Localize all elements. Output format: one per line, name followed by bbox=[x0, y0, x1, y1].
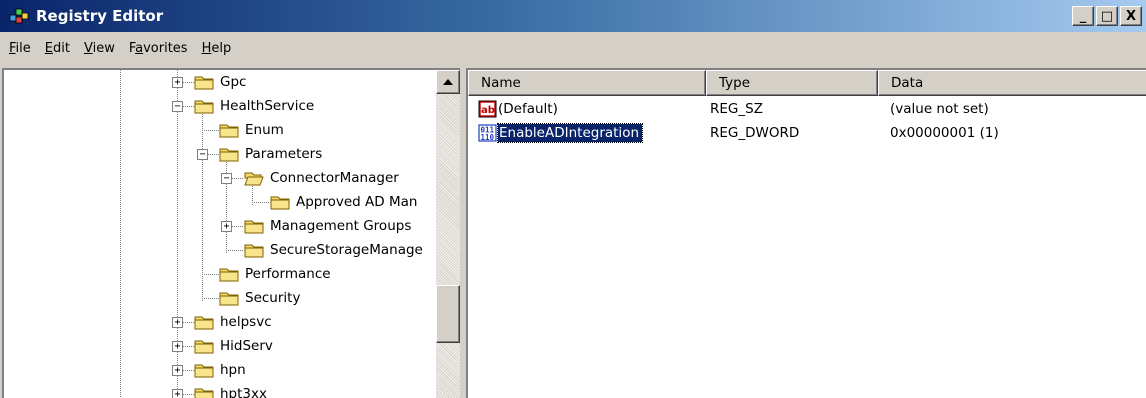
value-name: (Default) bbox=[498, 101, 558, 117]
expand-toggle-gpc[interactable]: + bbox=[172, 77, 183, 88]
tree-item-securestoragemanage[interactable]: SecureStorageManage bbox=[270, 242, 423, 258]
arrow-up-icon bbox=[443, 79, 453, 85]
collapse-toggle-healthservice[interactable]: − bbox=[172, 101, 183, 112]
tree-item-hidserv[interactable]: HidServ bbox=[220, 338, 273, 354]
expand-toggle-hidserv[interactable]: + bbox=[172, 341, 183, 352]
column-header-type[interactable]: Type bbox=[706, 70, 878, 96]
menu-help[interactable]: Help bbox=[197, 39, 241, 58]
close-button[interactable]: X bbox=[1120, 6, 1142, 26]
value-type: REG_SZ bbox=[710, 101, 763, 117]
value-list[interactable]: Name Type Data ab (Default) REG_SZ (valu… bbox=[466, 68, 1146, 398]
tree-item-connectormanager[interactable]: ConnectorManager bbox=[270, 170, 399, 186]
folder-icon bbox=[194, 340, 214, 354]
tree-item-healthservice[interactable]: HealthService bbox=[220, 98, 314, 114]
value-type: REG_DWORD bbox=[710, 125, 800, 141]
tree-vertical-scrollbar[interactable] bbox=[436, 70, 460, 398]
close-icon: X bbox=[1125, 8, 1137, 24]
folder-icon bbox=[194, 388, 214, 398]
tree-item-parameters[interactable]: Parameters bbox=[245, 146, 322, 162]
menu-edit[interactable]: Edit bbox=[40, 39, 79, 58]
value-row-selected[interactable]: 011 110 EnableADIntegration REG_DWORD 0x… bbox=[468, 122, 1146, 146]
folder-icon bbox=[270, 196, 290, 210]
folder-icon bbox=[219, 268, 239, 282]
binary-value-icon: 011 110 bbox=[478, 124, 497, 142]
svg-text:ab: ab bbox=[481, 105, 495, 116]
menu-bar: File Edit View Favorites Help bbox=[0, 34, 1146, 62]
menu-view[interactable]: View bbox=[79, 39, 124, 58]
tree-item-hpn[interactable]: hpn bbox=[220, 362, 246, 378]
tree-item-security[interactable]: Security bbox=[245, 290, 300, 306]
maximize-button[interactable]: □ bbox=[1096, 6, 1118, 26]
value-data: (value not set) bbox=[890, 101, 989, 117]
folder-icon bbox=[244, 220, 264, 234]
minimize-icon: _ bbox=[1079, 8, 1087, 24]
tree-item-performance[interactable]: Performance bbox=[245, 266, 331, 282]
key-tree[interactable]: + Gpc − HealthService Enum − Parameters … bbox=[2, 68, 460, 398]
open-folder-icon bbox=[244, 172, 264, 186]
string-value-icon: ab bbox=[478, 100, 497, 118]
tree-item-enum[interactable]: Enum bbox=[245, 122, 284, 138]
expand-toggle-management-groups[interactable]: + bbox=[221, 221, 232, 232]
folder-icon bbox=[194, 100, 214, 114]
folder-icon bbox=[244, 244, 264, 258]
column-header-data[interactable]: Data bbox=[878, 70, 1146, 96]
tree-item-helpsvc[interactable]: helpsvc bbox=[220, 314, 272, 330]
tree-item-approved-ad-man[interactable]: Approved AD Man bbox=[296, 194, 417, 210]
title-bar[interactable]: Registry Editor _ □ X bbox=[0, 0, 1146, 32]
column-header-name[interactable]: Name bbox=[468, 70, 706, 96]
expand-toggle-helpsvc[interactable]: + bbox=[172, 317, 183, 328]
tree-item-management-groups[interactable]: Management Groups bbox=[270, 218, 411, 234]
minimize-button[interactable]: _ bbox=[1072, 6, 1094, 26]
folder-icon bbox=[194, 364, 214, 378]
tree-connector-lines bbox=[120, 70, 270, 398]
maximize-icon: □ bbox=[1100, 8, 1114, 24]
menu-file[interactable]: File bbox=[4, 39, 40, 58]
window-title: Registry Editor bbox=[36, 7, 164, 25]
folder-icon bbox=[219, 148, 239, 162]
svg-text:110: 110 bbox=[481, 133, 495, 142]
collapse-toggle-connectormanager[interactable]: − bbox=[221, 173, 232, 184]
value-row[interactable]: ab (Default) REG_SZ (value not set) bbox=[468, 98, 1146, 122]
menu-favorites[interactable]: Favorites bbox=[124, 39, 197, 58]
folder-icon bbox=[219, 292, 239, 306]
registry-editor-icon bbox=[9, 8, 29, 24]
list-header: Name Type Data bbox=[468, 70, 1146, 96]
folder-icon bbox=[194, 76, 214, 90]
folder-icon bbox=[219, 124, 239, 138]
tree-item-hpt3xx[interactable]: hpt3xx bbox=[220, 386, 267, 398]
expand-toggle-hpt3xx[interactable]: + bbox=[172, 389, 183, 398]
scroll-thumb[interactable] bbox=[436, 285, 460, 343]
scroll-up-button[interactable] bbox=[436, 70, 460, 94]
collapse-toggle-parameters[interactable]: − bbox=[197, 149, 208, 160]
expand-toggle-hpn[interactable]: + bbox=[172, 365, 183, 376]
folder-icon bbox=[194, 316, 214, 330]
value-data: 0x00000001 (1) bbox=[890, 125, 999, 141]
tree-item-gpc[interactable]: Gpc bbox=[220, 74, 246, 90]
value-name: EnableADIntegration bbox=[496, 123, 644, 143]
